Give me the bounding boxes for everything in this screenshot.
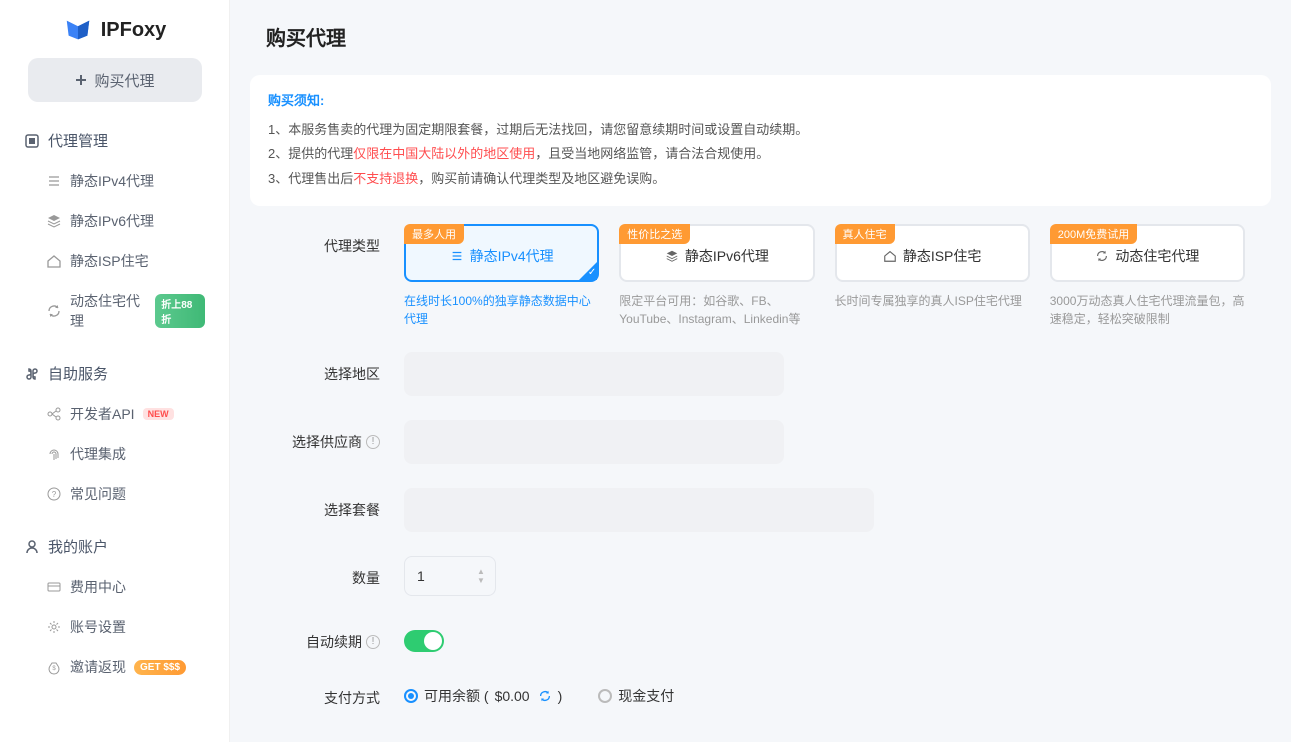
row-region: 选择地区 bbox=[276, 352, 1245, 396]
svg-text:$: $ bbox=[52, 666, 56, 672]
type-card-isp[interactable]: 真人住宅 静态ISP住宅 bbox=[835, 224, 1030, 282]
supplier-select[interactable] bbox=[404, 420, 784, 464]
row-supplier: 选择供应商 ! bbox=[276, 420, 1245, 464]
moneybag-icon: $ bbox=[46, 659, 62, 675]
tools-icon bbox=[24, 366, 40, 382]
new-badge: NEW bbox=[143, 408, 174, 420]
notice-line-1: 1、本服务售卖的代理为固定期限套餐，过期后无法找回，请您留意续期时间或设置自动续… bbox=[268, 118, 1253, 143]
region-select[interactable] bbox=[404, 352, 784, 396]
refresh-icon bbox=[46, 303, 62, 319]
sidebar-item-integration[interactable]: 代理集成 bbox=[0, 434, 229, 474]
logo: IPFoxy bbox=[0, 18, 229, 42]
pay-option-cash[interactable]: 现金支付 bbox=[598, 686, 674, 706]
type-option-dynamic: 200M免费试用 动态住宅代理 3000万动态真人住宅代理流量包，高速稳定，轻松… bbox=[1050, 224, 1245, 328]
main-content: 购买代理 购买须知: 1、本服务售卖的代理为固定期限套餐，过期后无法找回，请您留… bbox=[230, 0, 1291, 742]
sidebar-item-ipv4[interactable]: 静态IPv4代理 bbox=[0, 161, 229, 201]
user-icon bbox=[24, 539, 40, 555]
plus-icon bbox=[74, 73, 88, 87]
type-option-ipv6: 性价比之选 静态IPv6代理 限定平台可用：如谷歌、FB、YouTube、Ins… bbox=[619, 224, 814, 328]
notice-line-3: 3、代理售出后不支持退换，购买前请确认代理类型及地区避免误购。 bbox=[268, 167, 1253, 192]
row-quantity: 数量 1 ▲▼ bbox=[276, 556, 1245, 596]
page-title: 购买代理 bbox=[230, 0, 1291, 63]
sidebar: IPFoxy 购买代理 代理管理 静态IPv4代理 静态IPv6代理 静态ISP… bbox=[0, 0, 230, 742]
stepper-arrows[interactable]: ▲▼ bbox=[477, 561, 491, 591]
api-icon bbox=[46, 406, 62, 422]
nav-section-proxy: 代理管理 静态IPv4代理 静态IPv6代理 静态ISP住宅 动态住宅代理 折上… bbox=[0, 130, 229, 341]
label-plan: 选择套餐 bbox=[276, 488, 404, 520]
type-tag: 200M免费试用 bbox=[1050, 224, 1138, 244]
radio-checked-icon bbox=[404, 689, 418, 703]
label-type: 代理类型 bbox=[276, 224, 404, 256]
logo-icon bbox=[63, 18, 93, 42]
type-desc: 限定平台可用：如谷歌、FB、YouTube、Instagram、Linkedin… bbox=[619, 292, 814, 328]
notice-head: 购买须知: bbox=[268, 89, 1253, 114]
type-desc: 长时间专属独享的真人ISP住宅代理 bbox=[835, 292, 1030, 310]
sidebar-item-referral[interactable]: $ 邀请返现 GET $$$ bbox=[0, 647, 229, 687]
pay-option-balance[interactable]: 可用余额 ($0.00 ) bbox=[404, 686, 562, 706]
type-option-ipv4: 最多人用 静态IPv4代理 在线时长100%的独享静态数据中心代理 bbox=[404, 224, 599, 328]
card-icon bbox=[46, 579, 62, 595]
row-proxy-type: 代理类型 最多人用 静态IPv4代理 bbox=[276, 224, 1245, 328]
row-payment: 支付方式 可用余额 ($0.00 ) 现金支付 bbox=[276, 676, 1245, 708]
type-desc: 在线时长100%的独享静态数据中心代理 bbox=[404, 292, 599, 328]
label-renew: 自动续期 ! bbox=[276, 620, 404, 652]
fingerprint-icon bbox=[46, 446, 62, 462]
label-region: 选择地区 bbox=[276, 352, 404, 384]
radio-unchecked-icon bbox=[598, 689, 612, 703]
question-icon: ? bbox=[46, 486, 62, 502]
type-card-ipv6[interactable]: 性价比之选 静态IPv6代理 bbox=[619, 224, 814, 282]
nav-head-selfservice: 自助服务 bbox=[0, 363, 229, 394]
type-tag: 性价比之选 bbox=[619, 224, 690, 244]
type-option-isp: 真人住宅 静态ISP住宅 长时间专属独享的真人ISP住宅代理 bbox=[835, 224, 1030, 328]
quantity-stepper[interactable]: 1 ▲▼ bbox=[404, 556, 496, 596]
nav-section-account: 我的账户 费用中心 账号设置 $ 邀请返现 GET $$$ bbox=[0, 536, 229, 687]
reload-icon[interactable] bbox=[538, 689, 552, 703]
label-supplier: 选择供应商 ! bbox=[276, 420, 404, 452]
sidebar-item-api[interactable]: 开发者API NEW bbox=[0, 394, 229, 434]
list-icon bbox=[450, 249, 464, 263]
list-icon bbox=[46, 173, 62, 189]
info-icon[interactable]: ! bbox=[366, 635, 380, 649]
discount-badge: 折上88折 bbox=[155, 294, 205, 328]
purchase-notice: 购买须知: 1、本服务售卖的代理为固定期限套餐，过期后无法找回，请您留意续期时间… bbox=[250, 75, 1271, 206]
layers-icon bbox=[46, 213, 62, 229]
sidebar-item-settings[interactable]: 账号设置 bbox=[0, 607, 229, 647]
row-plan: 选择套餐 bbox=[276, 488, 1245, 532]
gear-icon bbox=[46, 619, 62, 635]
buy-btn-label: 购买代理 bbox=[94, 70, 154, 91]
label-pay: 支付方式 bbox=[276, 676, 404, 708]
purchase-form: 代理类型 最多人用 静态IPv4代理 bbox=[230, 224, 1291, 708]
sidebar-item-isp[interactable]: 静态ISP住宅 bbox=[0, 241, 229, 281]
label-qty: 数量 bbox=[276, 556, 404, 588]
type-tag: 最多人用 bbox=[404, 224, 464, 244]
plan-select[interactable] bbox=[404, 488, 874, 532]
notice-line-2: 2、提供的代理仅限在中国大陆以外的地区使用，且受当地网络监管，请合法合规使用。 bbox=[268, 142, 1253, 167]
home-icon bbox=[883, 249, 897, 263]
refresh-icon bbox=[1095, 249, 1109, 263]
svg-text:?: ? bbox=[52, 490, 57, 499]
sidebar-item-faq[interactable]: ? 常见问题 bbox=[0, 474, 229, 514]
buy-proxy-button[interactable]: 购买代理 bbox=[28, 58, 202, 102]
info-icon[interactable]: ! bbox=[366, 435, 380, 449]
nav-section-selfservice: 自助服务 开发者API NEW 代理集成 ? 常见问题 bbox=[0, 363, 229, 514]
sidebar-item-dynamic[interactable]: 动态住宅代理 折上88折 bbox=[0, 281, 229, 341]
proxy-mgmt-icon bbox=[24, 133, 40, 149]
row-renew: 自动续期 ! bbox=[276, 620, 1245, 652]
nav-head-proxy: 代理管理 bbox=[0, 130, 229, 161]
sidebar-item-billing[interactable]: 费用中心 bbox=[0, 567, 229, 607]
check-icon bbox=[579, 262, 597, 280]
layers-icon bbox=[665, 249, 679, 263]
home-icon bbox=[46, 253, 62, 269]
get-badge: GET $$$ bbox=[134, 660, 186, 675]
type-desc: 3000万动态真人住宅代理流量包，高速稳定，轻松突破限制 bbox=[1050, 292, 1245, 328]
type-card-ipv4[interactable]: 最多人用 静态IPv4代理 bbox=[404, 224, 599, 282]
nav-head-account: 我的账户 bbox=[0, 536, 229, 567]
auto-renew-switch[interactable] bbox=[404, 630, 444, 652]
brand-name: IPFoxy bbox=[101, 19, 167, 42]
type-card-dynamic[interactable]: 200M免费试用 动态住宅代理 bbox=[1050, 224, 1245, 282]
type-tag: 真人住宅 bbox=[835, 224, 895, 244]
sidebar-item-ipv6[interactable]: 静态IPv6代理 bbox=[0, 201, 229, 241]
